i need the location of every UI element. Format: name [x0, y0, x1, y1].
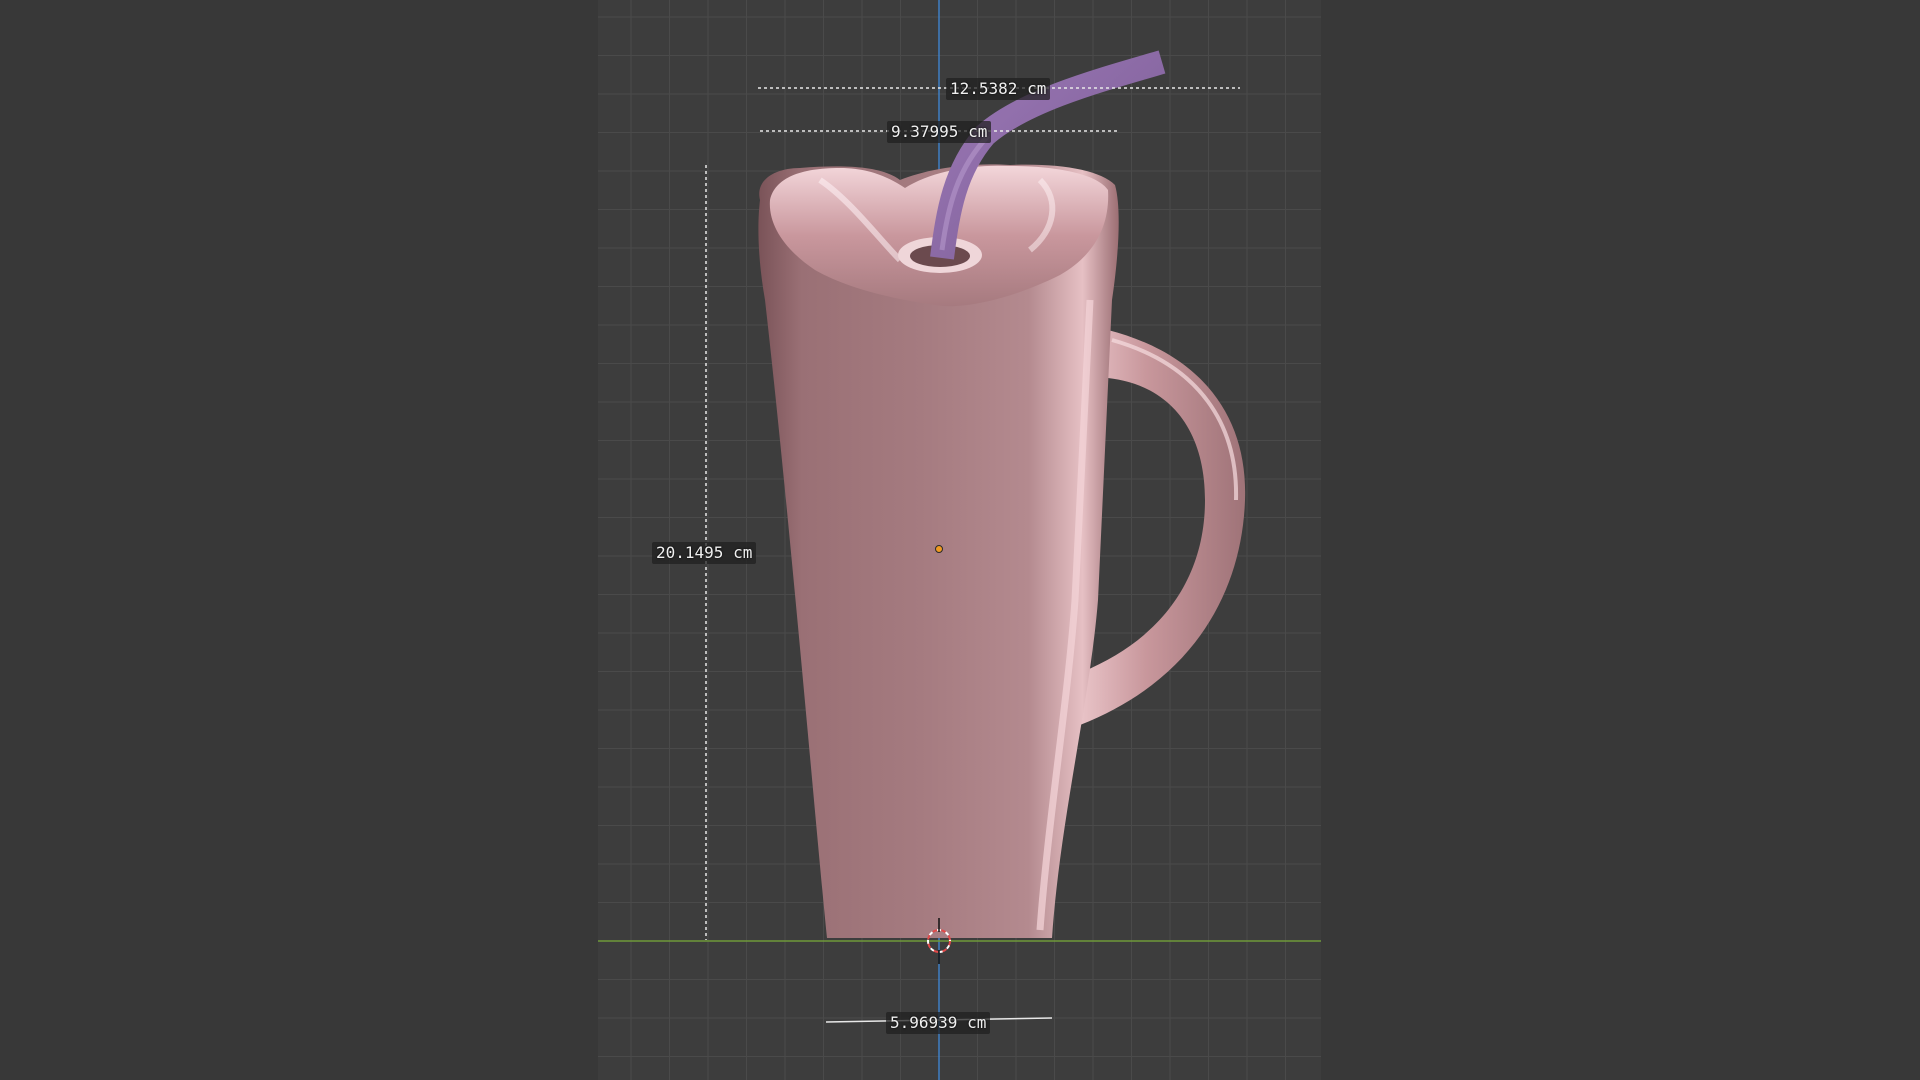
blender-viewport[interactable]: 12.5382 cm 9.37995 cm 20.1495 cm 5.96939…: [0, 0, 1920, 1080]
overall-width-label: 12.5382 cm: [946, 78, 1051, 100]
height-label: 20.1495 cm: [652, 542, 757, 564]
object-origin-icon: [935, 545, 943, 553]
scene-render: [598, 0, 1321, 1080]
rim-width-label: 9.37995 cm: [887, 121, 992, 143]
base-width-label: 5.96939 cm: [886, 1012, 991, 1034]
